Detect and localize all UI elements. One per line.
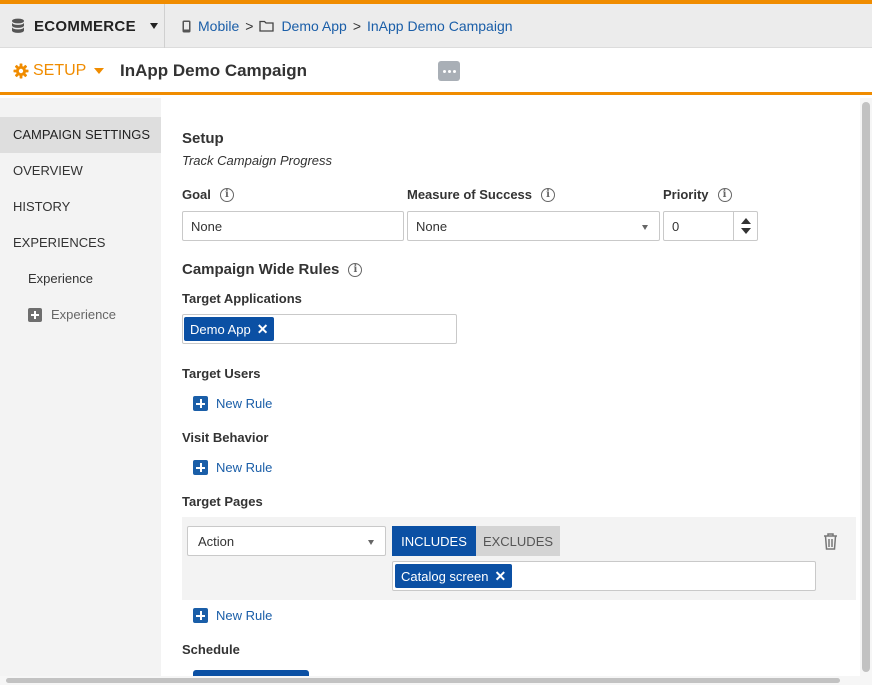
- setup-heading: Setup: [182, 130, 224, 147]
- includes-button[interactable]: INCLUDES: [392, 526, 476, 556]
- setup-label: SETUP: [33, 62, 87, 79]
- target-applications-label: Target Applications: [182, 291, 302, 306]
- target-pages-input[interactable]: Catalog screen ✕: [392, 561, 816, 591]
- goal-label-text: Goal: [182, 187, 211, 202]
- add-experience-label: Experience: [51, 307, 117, 322]
- mobile-icon: [182, 20, 191, 32]
- more-options-button[interactable]: [438, 61, 460, 81]
- goal-field[interactable]: None: [182, 211, 404, 241]
- priority-value: 0: [672, 218, 680, 234]
- workspace-selector[interactable]: ECOMMERCE: [0, 4, 165, 48]
- setup-subtitle: Track Campaign Progress: [182, 153, 333, 168]
- target-pages-new-rule-button[interactable]: New Rule: [193, 608, 272, 623]
- page-type-select[interactable]: Action: [187, 526, 386, 556]
- goal-label: Goal i: [182, 187, 234, 202]
- breadcrumb-separator: >: [245, 18, 254, 34]
- caret-down-icon: [642, 225, 648, 230]
- caret-down-icon: [368, 540, 374, 545]
- setup-menu-button[interactable]: SETUP: [13, 62, 105, 80]
- plus-icon: [193, 396, 208, 411]
- excludes-button[interactable]: EXCLUDES: [476, 526, 560, 556]
- target-pages-rule: Action INCLUDES EXCLUDES Catalog screen …: [182, 517, 856, 600]
- stepper-arrows-icon[interactable]: [733, 212, 757, 240]
- page-title: InApp Demo Campaign: [120, 61, 308, 80]
- schedule-label: Schedule: [182, 642, 240, 657]
- breadcrumb-mobile[interactable]: Mobile: [198, 18, 239, 34]
- page-tag-label: Catalog screen: [401, 568, 489, 584]
- trash-icon[interactable]: [822, 532, 839, 551]
- sidebar-item-campaign-settings[interactable]: CAMPAIGN SETTINGS: [0, 117, 161, 153]
- priority-stepper[interactable]: 0: [663, 211, 758, 241]
- remove-tag-icon[interactable]: ✕: [257, 321, 269, 338]
- priority-label-text: Priority: [663, 187, 709, 202]
- plus-icon: [28, 308, 42, 322]
- sidebar-item-overview[interactable]: OVERVIEW: [0, 153, 161, 189]
- sidebar: CAMPAIGN SETTINGS OVERVIEW HISTORY EXPER…: [0, 98, 161, 676]
- target-pages-label: Target Pages: [182, 494, 263, 509]
- campaign-settings-panel: Setup Track Campaign Progress Goal i Non…: [161, 98, 860, 676]
- top-bar: ECOMMERCE Mobile > Demo App > InApp Demo…: [0, 0, 872, 48]
- include-exclude-toggle: INCLUDES EXCLUDES: [392, 526, 560, 556]
- new-rule-label: New Rule: [216, 608, 273, 623]
- page-type-value: Action: [198, 533, 235, 549]
- remove-tag-icon[interactable]: ✕: [494, 568, 506, 585]
- breadcrumb-demo-app[interactable]: Demo App: [281, 18, 346, 34]
- priority-label: Priority i: [663, 187, 732, 202]
- breadcrumb-campaign[interactable]: InApp Demo Campaign: [367, 18, 513, 34]
- measure-value: None: [416, 218, 448, 234]
- caret-down-icon: [149, 23, 158, 29]
- measure-of-success-select[interactable]: None: [407, 211, 660, 241]
- info-icon[interactable]: i: [348, 262, 363, 277]
- caret-down-icon: [94, 68, 105, 74]
- campaign-wide-rules-heading: Campaign Wide Rules i: [182, 261, 363, 278]
- breadcrumb-separator: >: [352, 18, 361, 34]
- sidebar-item-experience[interactable]: Experience: [0, 261, 161, 297]
- goal-value: None: [191, 218, 223, 234]
- visit-behavior-label: Visit Behavior: [182, 430, 269, 445]
- target-users-label: Target Users: [182, 366, 261, 381]
- page-tag: Catalog screen ✕: [395, 564, 513, 588]
- target-applications-input[interactable]: Demo App ✕: [182, 314, 457, 344]
- database-icon: [11, 18, 25, 34]
- folder-icon: [259, 20, 275, 32]
- workspace-name: ECOMMERCE: [34, 17, 136, 35]
- sidebar-add-experience[interactable]: Experience: [0, 297, 161, 333]
- new-rule-label: New Rule: [216, 396, 273, 411]
- application-tag-label: Demo App: [190, 321, 251, 337]
- info-icon[interactable]: i: [541, 187, 556, 202]
- breadcrumb: Mobile > Demo App > InApp Demo Campaign: [182, 4, 513, 48]
- horizontal-scrollbar[interactable]: [0, 676, 872, 685]
- measure-label-text: Measure of Success: [407, 187, 533, 202]
- campaign-wide-rules-text: Campaign Wide Rules: [182, 261, 340, 278]
- vertical-scrollbar[interactable]: [860, 98, 872, 676]
- application-tag: Demo App ✕: [184, 317, 275, 341]
- target-users-new-rule-button[interactable]: New Rule: [193, 396, 272, 411]
- sidebar-item-experiences[interactable]: EXPERIENCES: [0, 225, 161, 261]
- measure-label: Measure of Success i: [407, 187, 556, 202]
- new-rule-label: New Rule: [216, 460, 273, 475]
- info-icon[interactable]: i: [219, 187, 234, 202]
- info-icon[interactable]: i: [717, 187, 732, 202]
- gear-icon: [13, 63, 29, 79]
- campaign-header: SETUP InApp Demo Campaign: [0, 48, 872, 95]
- plus-icon: [193, 460, 208, 475]
- visit-behavior-new-rule-button[interactable]: New Rule: [193, 460, 272, 475]
- plus-icon: [193, 608, 208, 623]
- sidebar-item-history[interactable]: HISTORY: [0, 189, 161, 225]
